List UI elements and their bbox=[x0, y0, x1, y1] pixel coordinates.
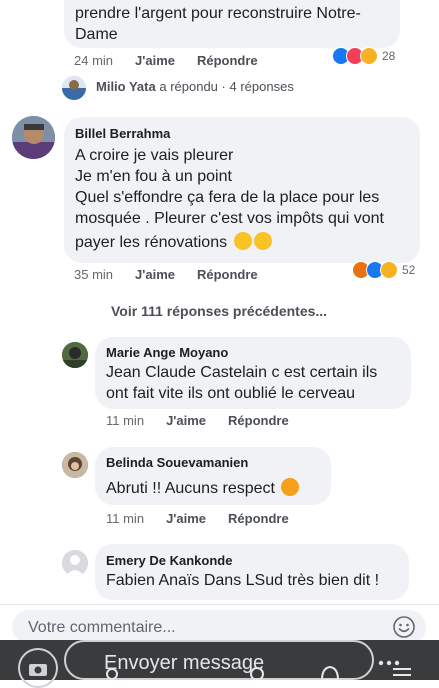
avatar[interactable] bbox=[62, 550, 88, 576]
laughing-emoji-icon bbox=[253, 232, 272, 250]
reply-link[interactable]: Répondre bbox=[197, 267, 258, 282]
comment-meta: 24 min J'aime Répondre bbox=[74, 53, 258, 68]
haha-reaction-icon bbox=[360, 47, 378, 65]
timestamp: 11 min bbox=[106, 511, 145, 526]
avatar-image bbox=[62, 76, 86, 100]
avatar-image bbox=[12, 116, 55, 159]
comment-bubble-main: Billel Berrahma A croire je vais pleurer… bbox=[64, 117, 420, 263]
comment-text: Abruti !! Aucuns respect bbox=[106, 480, 275, 497]
view-previous-replies-link[interactable]: Voir 111 réponses précédentes... bbox=[111, 303, 327, 319]
reaction-count: 52 bbox=[402, 263, 416, 277]
reply-link[interactable]: Répondre bbox=[197, 53, 258, 68]
comment-author[interactable]: Billel Berrahma bbox=[75, 126, 170, 141]
like-link[interactable]: J'aime bbox=[135, 267, 175, 282]
comment-bubble-top: prendre l'argent pour reconstruire Notre… bbox=[64, 0, 400, 48]
like-link[interactable]: J'aime bbox=[166, 413, 206, 428]
timestamp: 24 min bbox=[74, 53, 114, 68]
reply-link[interactable]: Répondre bbox=[228, 413, 289, 428]
reply-link[interactable]: Répondre bbox=[228, 511, 289, 526]
send-message-placeholder: Envoyer message bbox=[104, 652, 265, 674]
comment-meta: 11 min J'aime Répondre bbox=[106, 413, 289, 428]
reaction-summary[interactable]: 52 bbox=[352, 261, 415, 279]
comment-text: Dame bbox=[75, 26, 118, 43]
comment-text: Je m'en fou à un point bbox=[75, 168, 232, 185]
comment-text: Fabien Anaïs Dans LSud très bien dit ! bbox=[106, 572, 380, 589]
like-link[interactable]: J'aime bbox=[135, 53, 175, 68]
laughing-emoji-icon bbox=[233, 232, 252, 250]
menu-icon[interactable] bbox=[390, 664, 414, 680]
angry-emoji-icon bbox=[281, 478, 300, 496]
haha-reaction-icon bbox=[380, 261, 398, 279]
emoji-picker-icon[interactable] bbox=[392, 615, 416, 639]
like-link[interactable]: J'aime bbox=[166, 511, 206, 526]
default-avatar-icon bbox=[62, 550, 88, 576]
comment-meta: 35 min J'aime Répondre bbox=[74, 267, 258, 282]
avatar-image bbox=[62, 342, 88, 368]
reply-action: a répondu bbox=[159, 79, 218, 94]
separator: · bbox=[221, 79, 226, 94]
comment-text: ont fait vite ils ont oublié le cerveau bbox=[106, 385, 356, 402]
comment-text-row: Abruti !! Aucuns respect bbox=[106, 478, 300, 499]
avatar[interactable] bbox=[62, 76, 86, 100]
comment-input-placeholder: Votre commentaire... bbox=[28, 619, 176, 636]
story-reply-bar: Envoyer message bbox=[0, 640, 439, 688]
comment-author[interactable]: Marie Ange Moyano bbox=[106, 345, 228, 360]
comment-text: payer les rénovations bbox=[75, 234, 228, 251]
comment-meta: 11 min J'aime Répondre bbox=[106, 511, 289, 526]
avatar[interactable] bbox=[62, 452, 88, 478]
comment-author[interactable]: Emery De Kankonde bbox=[106, 553, 232, 568]
comment-text-last: payer les rénovations bbox=[75, 232, 272, 253]
comment-bubble-reply: Marie Ange Moyano Jean Claude Castelain … bbox=[95, 337, 411, 409]
reaction-count: 28 bbox=[382, 49, 396, 63]
avatar[interactable] bbox=[12, 116, 55, 159]
comment-text: Jean Claude Castelain c est certain ils bbox=[106, 364, 378, 381]
groups-icon[interactable] bbox=[245, 666, 269, 680]
avatar-image bbox=[62, 452, 88, 478]
comment-text: prendre l'argent pour reconstruire Notre… bbox=[75, 5, 361, 22]
comment-bubble-reply: Belinda Souevamanien Abruti !! Aucuns re… bbox=[95, 447, 331, 505]
reaction-summary[interactable]: 28 bbox=[332, 47, 395, 65]
comment-text: A croire je vais pleurer bbox=[75, 147, 234, 164]
timestamp: 11 min bbox=[106, 413, 145, 428]
composer-divider bbox=[0, 604, 439, 605]
camera-icon[interactable] bbox=[18, 648, 58, 688]
comment-input[interactable]: Votre commentaire... bbox=[12, 610, 426, 644]
comment-text: Quel s'effondre ça fera de la place pour… bbox=[75, 189, 380, 206]
reply-summary[interactable]: Milio Yata a répondu · 4 réponses bbox=[96, 79, 294, 94]
reply-author: Milio Yata bbox=[96, 79, 156, 94]
comment-text: mosquée . Pleurer c'est vos impôts qui v… bbox=[75, 210, 384, 227]
avatar[interactable] bbox=[62, 342, 88, 368]
comment-author[interactable]: Belinda Souevamanien bbox=[106, 455, 248, 470]
friends-icon[interactable] bbox=[100, 666, 124, 680]
reply-count: 4 réponses bbox=[229, 79, 294, 94]
notifications-icon[interactable] bbox=[318, 664, 342, 680]
timestamp: 35 min bbox=[74, 267, 114, 282]
comment-bubble-reply: Emery De Kankonde Fabien Anaïs Dans LSud… bbox=[95, 544, 409, 600]
